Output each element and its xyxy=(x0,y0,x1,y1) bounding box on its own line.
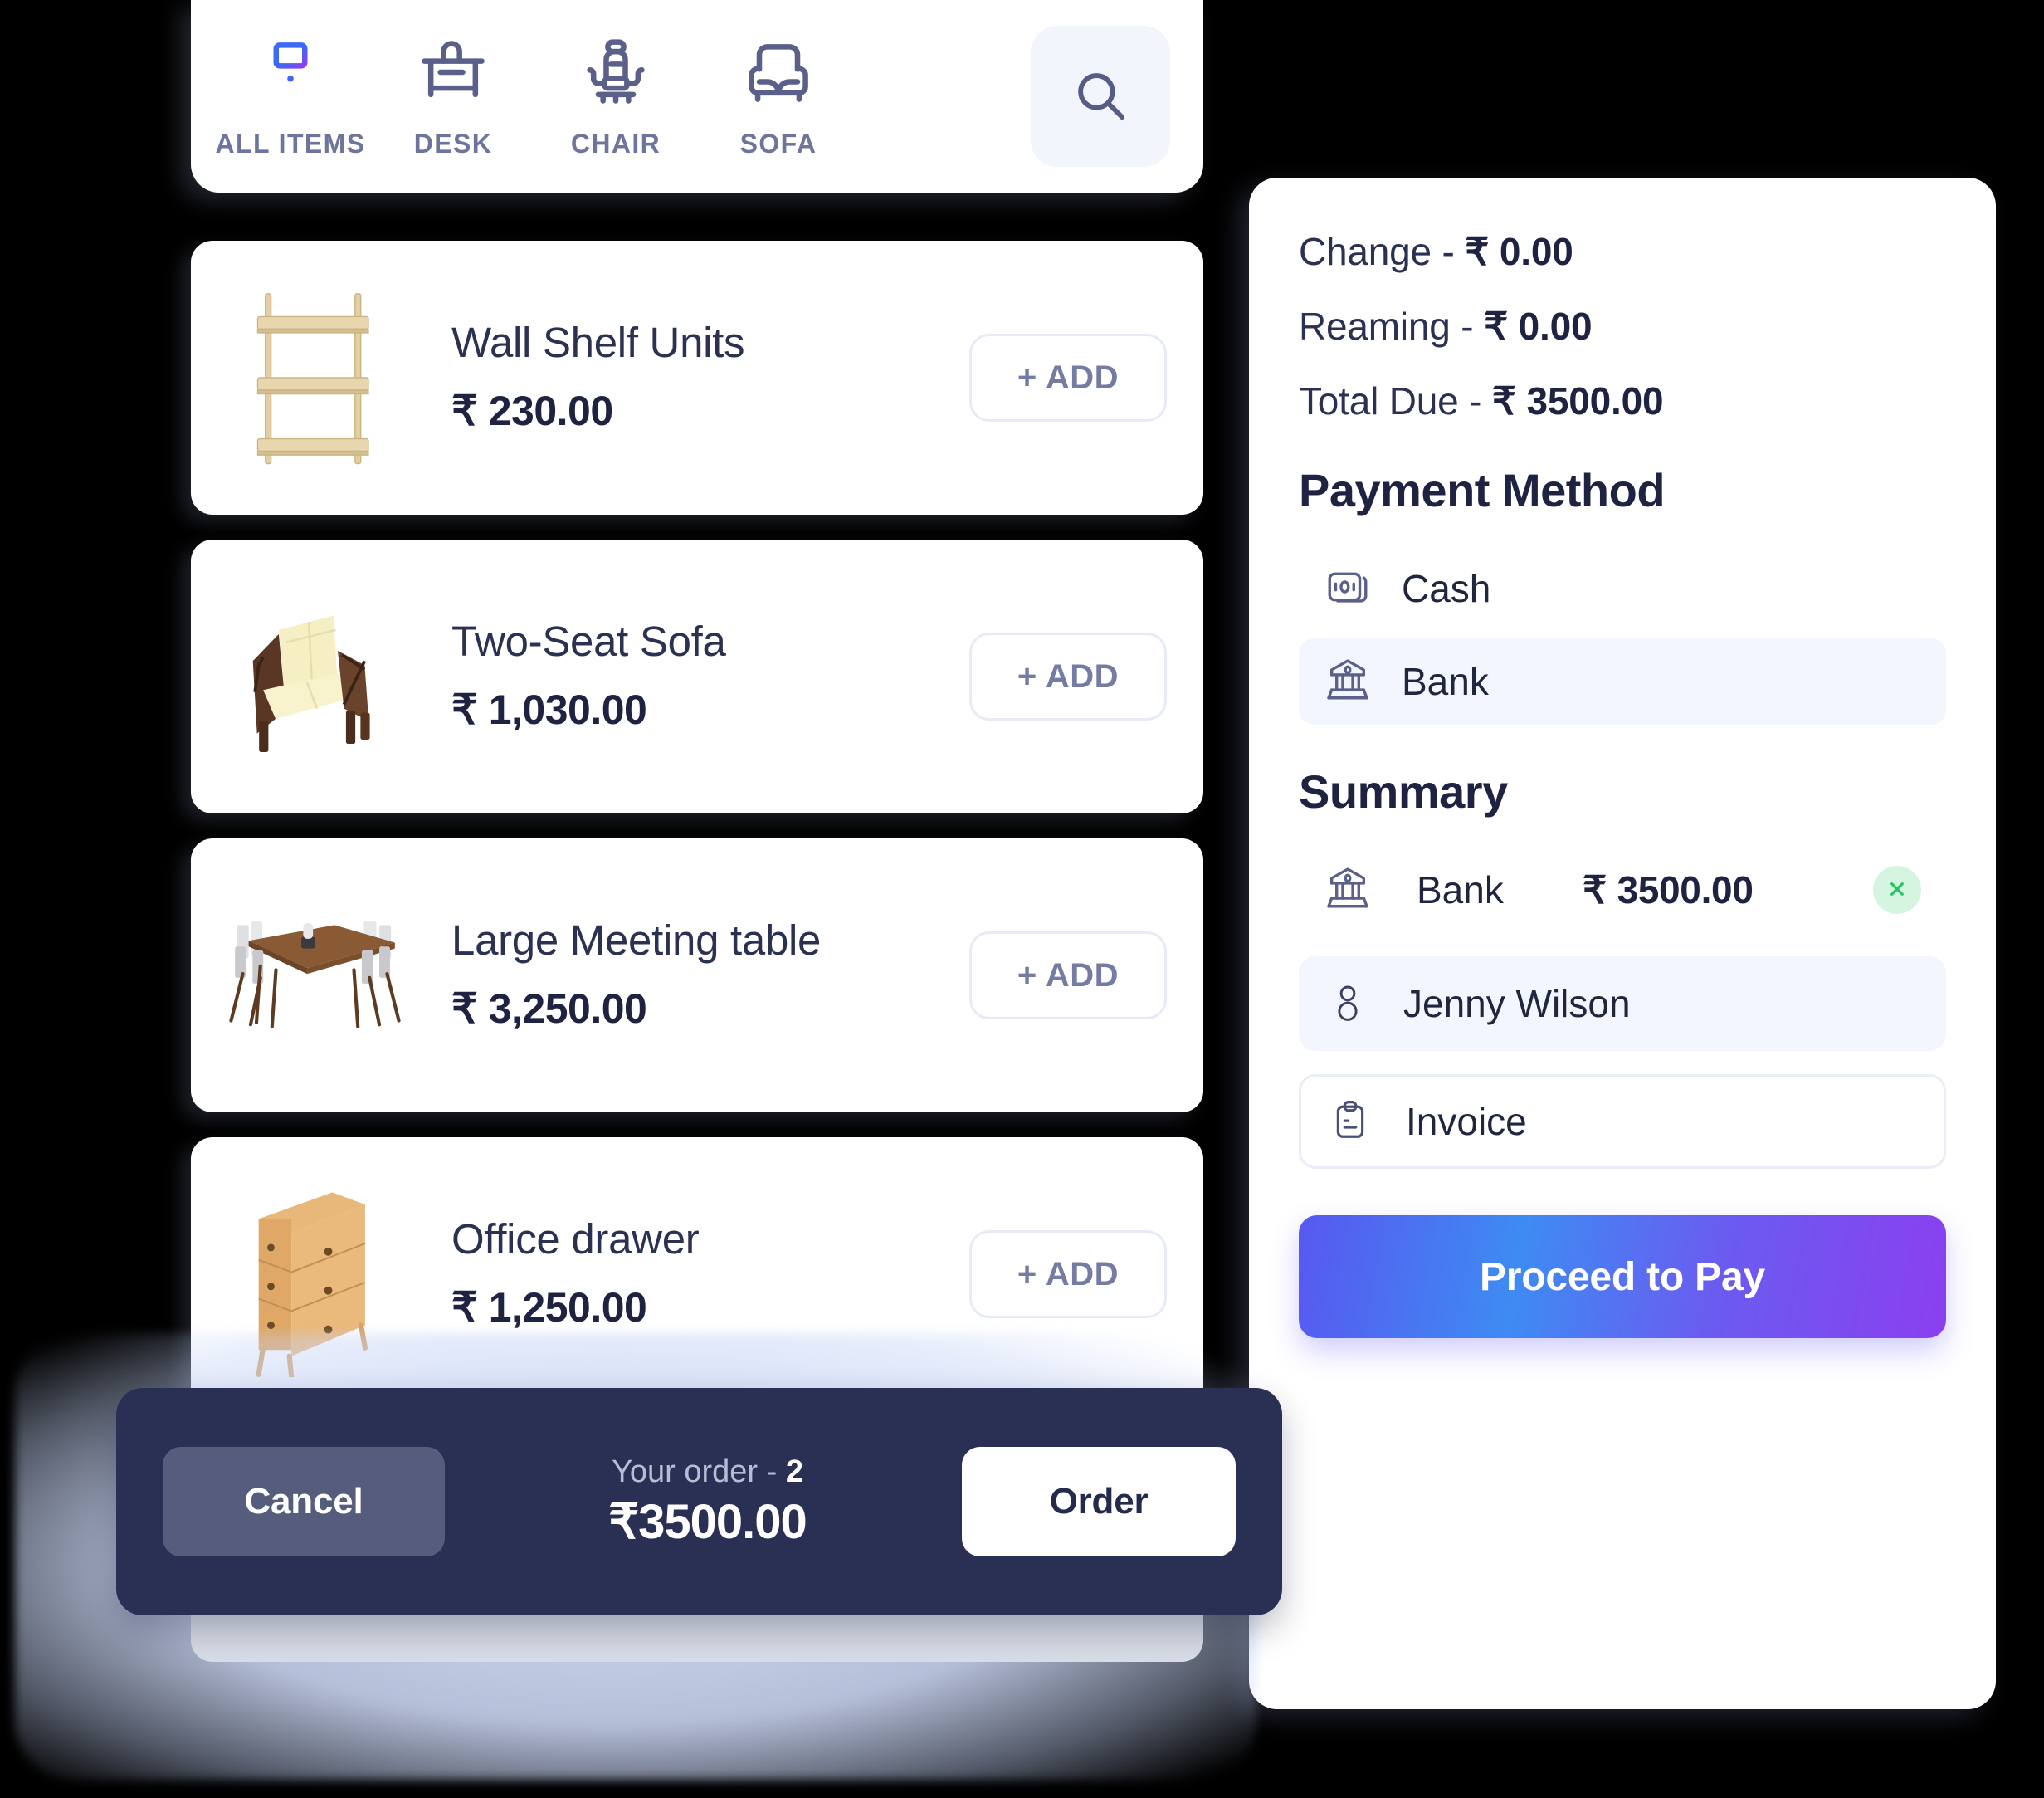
summary-amount: ₹ 3500.00 xyxy=(1583,868,1754,911)
add-to-order-button[interactable]: + ADD xyxy=(969,633,1167,721)
product-price: ₹ 230.00 xyxy=(451,387,613,434)
tab-all-items[interactable]: ALL ITEMS xyxy=(209,24,372,169)
reaming-label: Reaming - xyxy=(1299,305,1484,348)
total-due-label: Total Due - xyxy=(1299,379,1492,423)
meeting-table-thumb xyxy=(216,872,413,1079)
product-price: ₹ 1,030.00 xyxy=(451,686,647,733)
order-summary: Your order - 2 ₹3500.00 xyxy=(478,1454,937,1550)
search-button[interactable] xyxy=(1031,26,1170,167)
wall-shelf-thumb xyxy=(216,274,413,481)
reaming-value: ₹ 0.00 xyxy=(1483,305,1593,348)
tab-desk[interactable]: DESK xyxy=(372,24,534,169)
add-to-order-button[interactable]: + ADD xyxy=(969,334,1167,422)
search-icon xyxy=(1070,65,1131,129)
customer-name: Jenny Wilson xyxy=(1403,982,1631,1025)
payment-method-label: Bank xyxy=(1402,660,1489,703)
summary-method-label: Bank xyxy=(1417,868,1504,911)
order-button[interactable]: Order xyxy=(962,1447,1236,1556)
total-due-value: ₹ 3500.00 xyxy=(1491,379,1664,423)
sofa-icon xyxy=(740,34,817,110)
product-card[interactable]: Large Meeting table ₹ 3,250.00 + ADD xyxy=(191,838,1203,1112)
checkout-panel: Change - ₹ 0.00 Reaming - ₹ 0.00 Total D… xyxy=(1249,178,1996,1709)
tab-label-sofa: SOFA xyxy=(739,128,817,159)
order-total-amount: ₹3500.00 xyxy=(608,1494,807,1549)
change-label: Change - xyxy=(1299,230,1466,273)
payment-method-bank[interactable]: Bank xyxy=(1299,638,1946,725)
product-price: ₹ 3,250.00 xyxy=(451,985,647,1032)
tab-sofa[interactable]: SOFA xyxy=(697,24,860,169)
summary-row: Bank ₹ 3500.00 xyxy=(1299,847,1946,933)
summary-title: Summary xyxy=(1299,765,1508,818)
tab-label-desk: DESK xyxy=(413,128,493,159)
bank-icon xyxy=(1324,864,1372,916)
product-info: Wall Shelf Units ₹ 230.00 xyxy=(413,320,969,435)
total-due-line: Total Due - ₹ 3500.00 xyxy=(1299,379,1946,423)
app-root: ALL ITEMS DESK CHAIR SOFA Wall Shelf Uni… xyxy=(0,0,2044,1798)
two-seat-sofa-thumb xyxy=(216,573,413,780)
bank-icon xyxy=(1324,656,1372,708)
user-icon xyxy=(1325,980,1370,1028)
tab-label-all-items: ALL ITEMS xyxy=(215,128,366,159)
product-name: Two-Seat Sofa xyxy=(451,618,726,666)
add-to-order-button[interactable]: + ADD xyxy=(969,931,1167,1019)
close-icon xyxy=(1885,877,1910,904)
change-line: Change - ₹ 0.00 xyxy=(1299,229,1946,274)
product-card[interactable]: Wall Shelf Units ₹ 230.00 + ADD xyxy=(191,241,1203,515)
payment-method-title: Payment Method xyxy=(1299,464,1666,516)
order-count-prefix: Your order - xyxy=(612,1454,786,1489)
banknote-icon xyxy=(1324,563,1372,615)
product-info: Large Meeting table ₹ 3,250.00 xyxy=(413,918,969,1033)
reaming-line: Reaming - ₹ 0.00 xyxy=(1299,304,1946,349)
cancel-button[interactable]: Cancel xyxy=(163,1447,445,1556)
product-name: Wall Shelf Units xyxy=(451,319,745,367)
category-tabbar: ALL ITEMS DESK CHAIR SOFA xyxy=(191,0,1203,193)
customer-field[interactable]: Jenny Wilson xyxy=(1299,956,1946,1051)
tab-chair[interactable]: CHAIR xyxy=(534,24,697,169)
payment-method-label: Cash xyxy=(1402,567,1491,610)
add-to-order-button[interactable]: + ADD xyxy=(969,1230,1167,1318)
invoice-label: Invoice xyxy=(1406,1100,1527,1143)
product-info: Office drawer ₹ 1,250.00 xyxy=(413,1217,969,1331)
product-info: Two-Seat Sofa ₹ 1,030.00 xyxy=(413,619,969,734)
dresser-icon xyxy=(252,34,329,110)
order-count-value: 2 xyxy=(785,1454,803,1489)
product-price: ₹ 1,250.00 xyxy=(451,1283,647,1331)
product-card[interactable]: Two-Seat Sofa ₹ 1,030.00 + ADD xyxy=(191,540,1203,813)
order-count-line: Your order - 2 xyxy=(612,1454,803,1490)
change-value: ₹ 0.00 xyxy=(1465,230,1573,273)
proceed-to-pay-button[interactable]: Proceed to Pay xyxy=(1299,1215,1946,1338)
summary-remove-button[interactable] xyxy=(1873,866,1921,914)
order-bar: Cancel Your order - 2 ₹3500.00 Order xyxy=(116,1388,1282,1615)
office-chair-icon xyxy=(578,34,654,110)
product-name: Office drawer xyxy=(451,1215,700,1263)
product-name: Large Meeting table xyxy=(451,916,822,965)
payment-method-cash[interactable]: Cash xyxy=(1299,545,1946,632)
clipboard-icon xyxy=(1328,1097,1373,1146)
invoice-field[interactable]: Invoice xyxy=(1299,1074,1946,1169)
desk-icon xyxy=(415,34,491,110)
tab-label-chair: CHAIR xyxy=(570,128,661,159)
